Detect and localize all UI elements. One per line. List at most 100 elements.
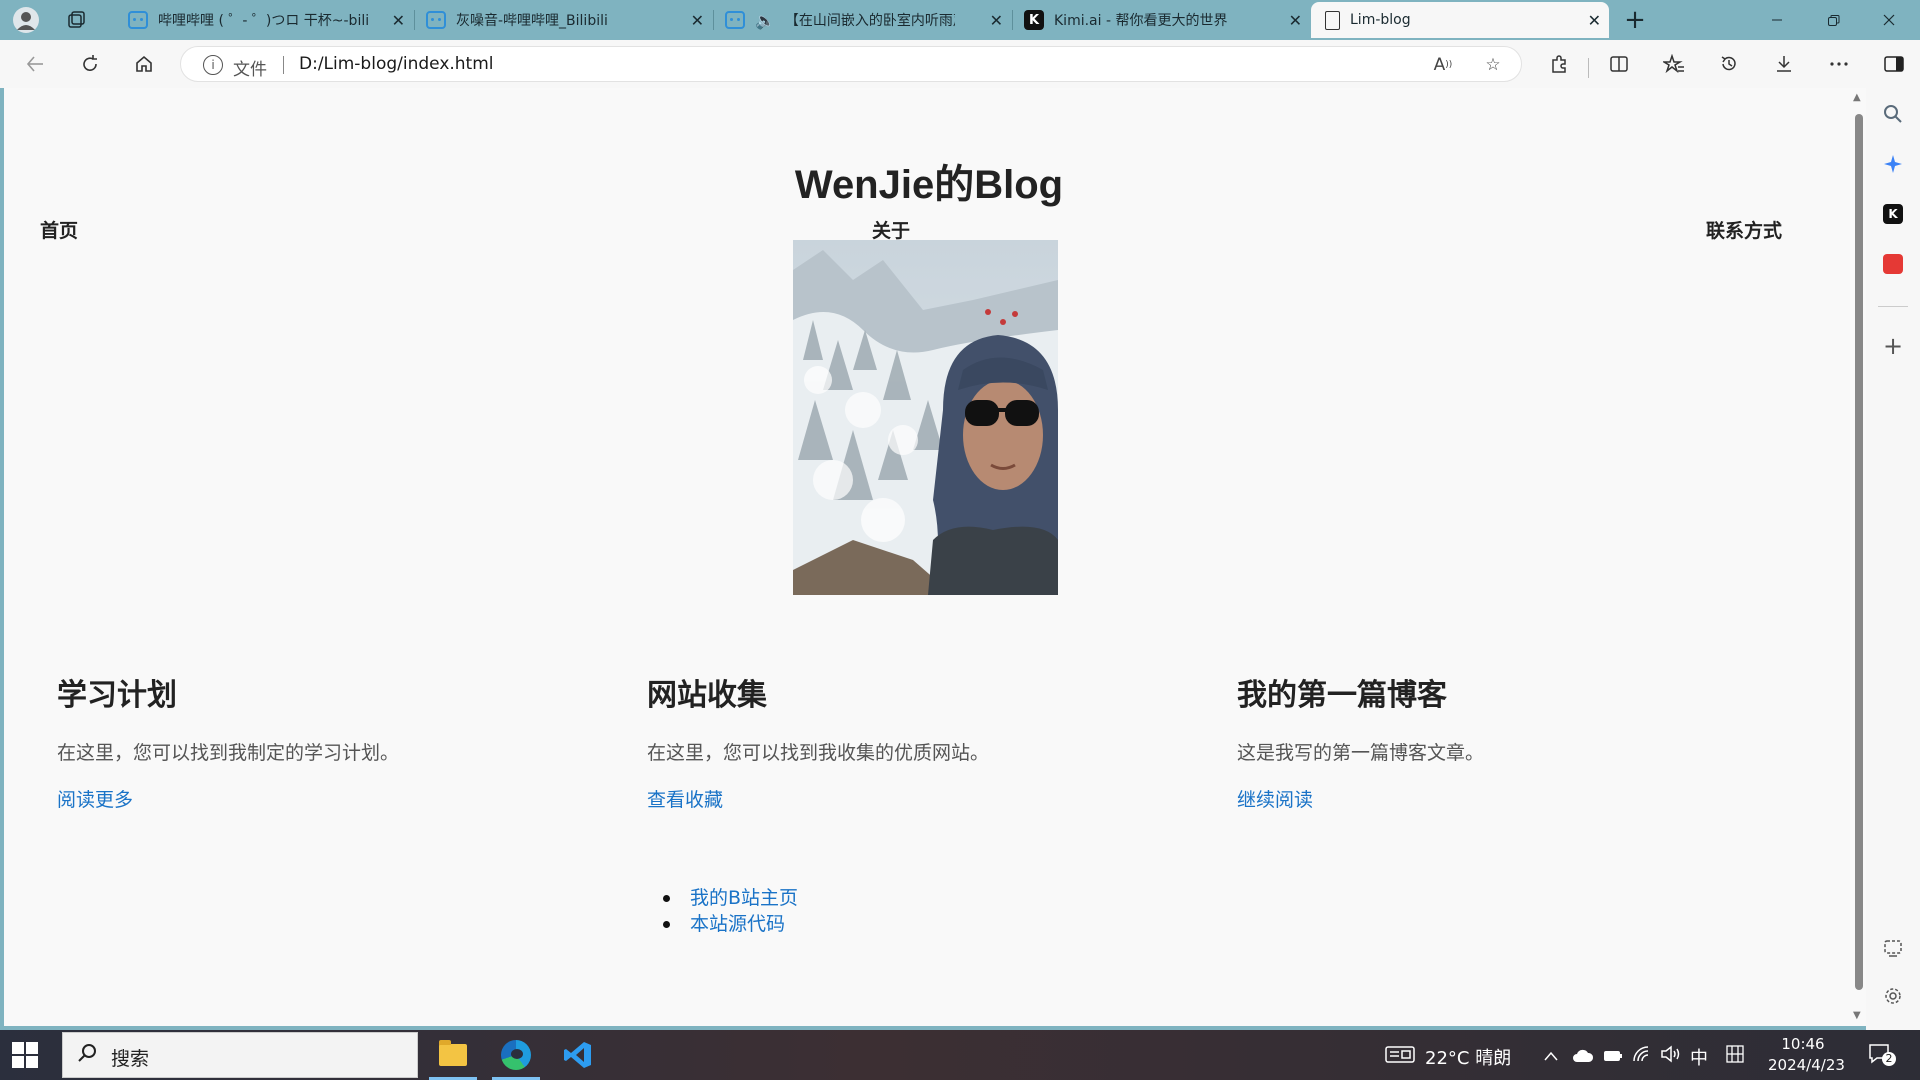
restore-button[interactable]	[1810, 0, 1856, 40]
edge-sidebar: K +	[1866, 88, 1920, 1030]
card-study-plan: 学习计划 在这里，您可以找到我制定的学习计划。 阅读更多	[57, 670, 557, 812]
history-icon[interactable]	[1713, 48, 1745, 80]
page-icon	[1325, 10, 1340, 30]
taskbar-search-box[interactable]: 搜索	[62, 1032, 418, 1078]
tab-lim-blog[interactable]: Lim-blog ✕	[1311, 2, 1609, 38]
card-first-blog: 我的第一篇博客 这是我写的第一篇博客文章。 继续阅读	[1237, 670, 1737, 812]
app-red-icon[interactable]	[1877, 248, 1909, 280]
windows-taskbar: 搜索 22°C 晴朗 中 10:46 2024/4/23 2	[0, 1030, 1920, 1080]
close-window-button[interactable]	[1866, 0, 1912, 40]
close-icon[interactable]: ✕	[1289, 11, 1302, 30]
ime-language-indicator[interactable]: 中	[1690, 1044, 1708, 1070]
tab-title: Kimi.ai - 帮你看更大的世界	[1054, 13, 1228, 29]
card-link-continue-reading[interactable]: 继续阅读	[1237, 785, 1313, 812]
downloads-icon[interactable]	[1768, 48, 1800, 80]
ime-mode-icon[interactable]	[1726, 1045, 1744, 1068]
card-title: 网站收集	[647, 678, 767, 713]
tab-title: 【在山间嵌入的卧室内听雨声	[784, 13, 955, 29]
footer-link-source-code[interactable]: 本站源代码	[661, 911, 798, 937]
bilibili-icon	[725, 11, 745, 29]
search-icon	[77, 1043, 97, 1068]
page-scrollbar[interactable]: ▲ ▼	[1852, 88, 1866, 1026]
kimi-sidebar-icon[interactable]: K	[1877, 198, 1909, 230]
card-title: 我的第一篇博客	[1237, 678, 1447, 713]
new-tab-button[interactable]: +	[1619, 4, 1651, 36]
tab-title: Lim-blog	[1350, 12, 1411, 28]
system-clock[interactable]: 10:46 2024/4/23	[1768, 1034, 1845, 1076]
card-site-collection: 网站收集 在这里，您可以找到我收集的优质网站。 查看收藏	[647, 670, 1147, 812]
workspaces-icon[interactable]	[60, 4, 92, 36]
profile-avatar[interactable]	[10, 4, 42, 36]
tab-bilibili-rain[interactable]: 🔈 【在山间嵌入的卧室内听雨声 ✕	[715, 2, 1011, 38]
nav-contact-link[interactable]: 联系方式	[1706, 216, 1782, 243]
edge-browser-icon[interactable]	[486, 1030, 546, 1080]
weather-icon[interactable]	[1385, 1044, 1415, 1069]
notification-count-badge: 2	[1882, 1052, 1896, 1066]
tab-bilibili-home[interactable]: 哔哩哔哩 ( ゜- ゜)つロ 干杯~-bilibili ✕	[118, 2, 413, 38]
footer-link-bilibili[interactable]: 我的B站主页	[661, 885, 798, 911]
info-icon[interactable]: i	[203, 55, 223, 75]
tab-kimi[interactable]: K Kimi.ai - 帮你看更大的世界 ✕	[1014, 2, 1310, 38]
vscode-icon[interactable]	[548, 1030, 608, 1080]
notification-center-icon[interactable]: 2	[1868, 1042, 1896, 1071]
sidebar-settings-gear-icon[interactable]	[1877, 980, 1909, 1012]
scroll-down-arrow[interactable]: ▼	[1853, 1010, 1861, 1021]
minimize-button[interactable]	[1754, 0, 1800, 40]
copilot-icon[interactable]	[1877, 148, 1909, 180]
add-sidebar-app-icon[interactable]: +	[1877, 330, 1909, 362]
address-scheme-label: 文件	[233, 60, 267, 80]
card-title: 学习计划	[57, 678, 177, 713]
footer-links: 我的B站主页 本站源代码	[661, 885, 798, 937]
favorites-icon[interactable]	[1658, 48, 1690, 80]
windows-start-icon[interactable]	[12, 1042, 38, 1068]
nav-home-link[interactable]: 首页	[40, 216, 78, 243]
tab-strip: 哔哩哔哩 ( ゜- ゜)つロ 干杯~-bilibili ✕ 灰噪音-哔哩哔哩_B…	[0, 0, 1920, 40]
battery-icon[interactable]	[1603, 1047, 1623, 1068]
close-icon[interactable]: ✕	[392, 11, 405, 30]
extensions-icon[interactable]	[1543, 48, 1575, 80]
tab-title: 灰噪音-哔哩哔哩_Bilibili	[456, 13, 608, 29]
weather-text[interactable]: 22°C 晴朗	[1425, 1044, 1511, 1070]
address-url[interactable]: D:/Lim-blog/index.html	[299, 54, 494, 74]
close-icon[interactable]: ✕	[990, 11, 1003, 30]
more-menu-icon[interactable]	[1823, 48, 1855, 80]
nav-about-link[interactable]: 关于	[872, 216, 910, 243]
favorite-star-icon[interactable]: ☆	[1481, 53, 1505, 77]
file-explorer-icon[interactable]	[423, 1030, 483, 1080]
split-screen-icon[interactable]	[1603, 48, 1635, 80]
search-icon[interactable]	[1877, 98, 1909, 130]
read-aloud-icon[interactable]: A))	[1431, 53, 1455, 77]
onedrive-cloud-icon[interactable]	[1572, 1047, 1594, 1068]
card-text: 在这里，您可以找到我制定的学习计划。	[57, 742, 400, 764]
screenshot-icon[interactable]	[1877, 932, 1909, 964]
speaker-icon[interactable]: 🔈	[755, 11, 775, 30]
back-button[interactable]	[19, 48, 51, 80]
chevron-up-icon[interactable]	[1543, 1046, 1559, 1067]
wifi-icon[interactable]	[1632, 1045, 1652, 1068]
tab-bilibili-noise[interactable]: 灰噪音-哔哩哔哩_Bilibili ✕	[416, 2, 712, 38]
profile-photo	[793, 240, 1058, 595]
close-icon[interactable]: ✕	[691, 11, 704, 30]
search-placeholder: 搜索	[111, 1048, 150, 1070]
home-button[interactable]	[128, 48, 160, 80]
sidebar-toggle-icon[interactable]	[1878, 48, 1910, 80]
bilibili-icon	[426, 11, 446, 29]
page-viewport: WenJie的Blog 首页 关于 联系方式 学习计划 在这里，您可以找到我制定…	[4, 88, 1866, 1026]
site-title: WenJie的Blog	[794, 163, 1064, 207]
volume-icon[interactable]	[1660, 1045, 1682, 1068]
card-text: 在这里，您可以找到我收集的优质网站。	[647, 742, 990, 764]
kimi-icon: K	[1024, 10, 1044, 30]
tab-title: 哔哩哔哩 ( ゜- ゜)つロ 干杯~-bilibili	[158, 13, 368, 29]
card-link-view-collection[interactable]: 查看收藏	[647, 785, 723, 812]
bilibili-icon	[128, 11, 148, 29]
browser-toolbar: i 文件 D:/Lim-blog/index.html A)) ☆	[0, 40, 1920, 88]
card-link-read-more[interactable]: 阅读更多	[57, 785, 133, 812]
scroll-up-arrow[interactable]: ▲	[1853, 92, 1861, 103]
scroll-thumb[interactable]	[1855, 114, 1863, 990]
clock-time: 10:46	[1781, 1035, 1825, 1053]
address-bar[interactable]: i 文件 D:/Lim-blog/index.html A)) ☆	[180, 46, 1522, 82]
card-text: 这是我写的第一篇博客文章。	[1237, 742, 1485, 764]
clock-date: 2024/4/23	[1768, 1056, 1845, 1074]
refresh-button[interactable]	[74, 48, 106, 80]
close-icon[interactable]: ✕	[1588, 11, 1601, 30]
